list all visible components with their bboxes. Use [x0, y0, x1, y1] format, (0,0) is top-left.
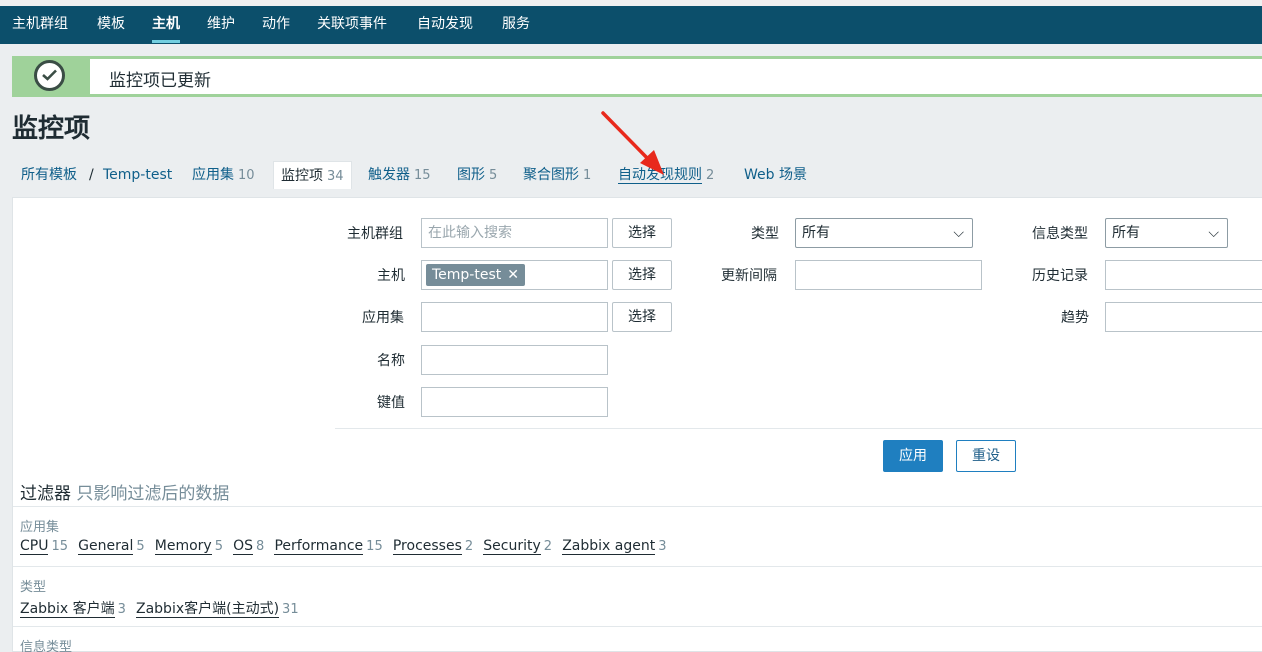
nav-discovery[interactable]: 自动发现 [417, 6, 473, 44]
chevron-down-icon: ⌵ [953, 225, 964, 241]
update-interval-input[interactable] [795, 260, 982, 290]
subfilter-chip[interactable]: General 5 [78, 538, 145, 555]
type-label: 类型 [751, 226, 779, 242]
breadcrumb-all-templates[interactable]: 所有模板 [21, 161, 77, 189]
filter-divider [335, 428, 1262, 429]
key-label: 键值 [377, 395, 405, 411]
history-label: 历史记录 [1032, 268, 1088, 284]
subfilter-applications: CPU 15 General 5 Memory 5 OS 8 Performance 15… [20, 538, 673, 558]
host-group-label: 主机群组 [347, 226, 403, 242]
check-circle-icon [34, 60, 65, 91]
subfilter-divider [13, 506, 1262, 507]
message-text: 监控项已更新 [109, 71, 211, 91]
nav-host-groups[interactable]: 主机群组 [12, 6, 68, 44]
subfilter-chip[interactable]: Memory 5 [154, 538, 223, 555]
subfilter-chip[interactable]: Performance 15 [274, 538, 383, 555]
tab-discovery-rules[interactable]: 自动发现规则 2 [618, 161, 714, 189]
subfilter-chip[interactable]: Security 2 [483, 538, 552, 555]
type-select[interactable]: 所有 ⌵ [795, 218, 973, 248]
subfilter-title: 过滤器 只影响过滤后的数据 [20, 484, 230, 504]
breadcrumb-template[interactable]: Temp-test [103, 161, 172, 189]
subfilter-divider [13, 626, 1262, 627]
subfilter-divider [13, 566, 1262, 567]
update-interval-label: 更新间隔 [721, 268, 777, 284]
subfilter-group-label: 信息类型 [20, 640, 73, 652]
remove-tag-icon[interactable]: ✕ [507, 267, 519, 283]
filter-panel: 主机群组 在此输入搜索 选择 主机 Temp-test ✕ 选择 应用集 选择 名… [12, 197, 1262, 652]
subfilter-types: Zabbix 客户端 3 Zabbix客户端(主动式) 31 [20, 598, 305, 618]
tab-applications[interactable]: 应用集 10 [192, 161, 255, 189]
info-type-select[interactable]: 所有 ⌵ [1105, 218, 1228, 248]
name-input[interactable] [421, 345, 608, 375]
nav-actions[interactable]: 动作 [262, 6, 290, 44]
host-tag: Temp-test ✕ [426, 264, 525, 286]
tab-items[interactable]: 监控项 34 [273, 161, 352, 189]
host-select-button[interactable]: 选择 [612, 260, 672, 290]
subfilter-note: 只影响过滤后的数据 [76, 484, 230, 504]
application-select-button[interactable]: 选择 [612, 302, 672, 332]
name-label: 名称 [377, 353, 405, 369]
tab-web-scenarios[interactable]: Web 场景 [744, 161, 807, 189]
host-group-select-button[interactable]: 选择 [612, 218, 672, 248]
nav-event-correlation[interactable]: 关联项事件 [317, 6, 387, 44]
subfilter-chip[interactable]: CPU 15 [20, 538, 68, 555]
host-group-input[interactable]: 在此输入搜索 [421, 218, 608, 248]
subfilter-chip[interactable]: OS 8 [233, 538, 264, 555]
key-input[interactable] [421, 387, 608, 417]
success-message: 监控项已更新 [12, 56, 1262, 97]
trends-label: 趋势 [1061, 310, 1089, 326]
top-nav: 主机群组 模板 主机 维护 动作 关联项事件 自动发现 服务 [0, 0, 1262, 44]
trends-input[interactable] [1105, 302, 1262, 332]
application-input[interactable] [421, 302, 608, 332]
apply-button[interactable]: 应用 [883, 440, 943, 472]
application-label: 应用集 [362, 310, 404, 326]
nav-services[interactable]: 服务 [502, 6, 530, 44]
tab-graphs[interactable]: 图形 5 [457, 161, 497, 189]
history-input[interactable] [1105, 260, 1262, 290]
info-type-label: 信息类型 [1032, 226, 1088, 242]
breadcrumb-separator: / [89, 167, 94, 183]
tab-triggers[interactable]: 触发器 15 [368, 161, 431, 189]
subfilter-group-label: 类型 [20, 580, 47, 595]
nav-hosts[interactable]: 主机 [152, 6, 180, 44]
page-title: 监控项 [12, 114, 91, 144]
message-icon-box [12, 56, 90, 97]
subfilter-chip[interactable]: Zabbix agent 3 [562, 538, 667, 555]
subfilter-group-label: 应用集 [20, 520, 60, 535]
chevron-down-icon: ⌵ [1208, 225, 1219, 241]
subfilter-chip[interactable]: Processes 2 [392, 538, 473, 555]
subfilter-chip[interactable]: Zabbix客户端(主动式) 31 [136, 598, 299, 618]
tab-screens[interactable]: 聚合图形 1 [523, 161, 591, 189]
nav-templates[interactable]: 模板 [97, 6, 125, 44]
reset-button[interactable]: 重设 [956, 440, 1016, 472]
nav-maintenance[interactable]: 维护 [207, 6, 235, 44]
subfilter-chip[interactable]: Zabbix 客户端 3 [20, 598, 126, 618]
host-label: 主机 [377, 268, 405, 284]
host-input[interactable]: Temp-test ✕ [421, 260, 608, 290]
